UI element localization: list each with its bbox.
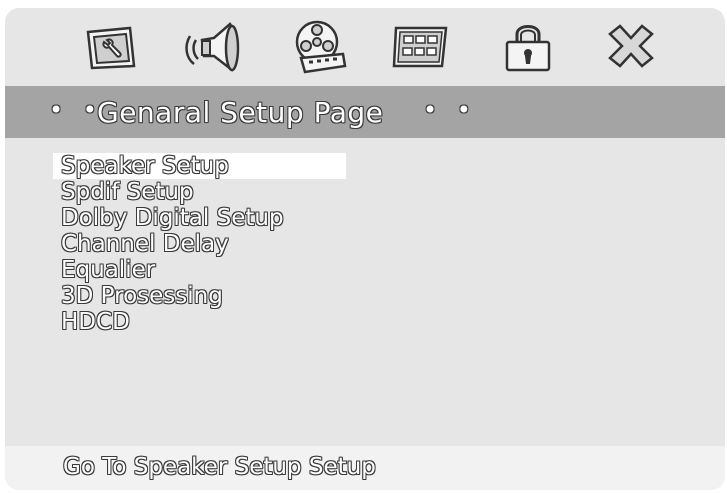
menu-item-channel-delay[interactable]: Channel Delay	[53, 231, 353, 257]
menu-item-equalier[interactable]: Equalier	[53, 257, 353, 283]
menu-item-spdif-setup[interactable]: Spdif Setup	[53, 179, 353, 205]
menu-item-dolby-digital-setup[interactable]: Dolby Digital Setup	[53, 205, 353, 231]
menu-item-hdcd[interactable]: HDCD	[53, 309, 353, 335]
menu-item-3d-prosessing[interactable]: 3D Prosessing	[53, 283, 353, 309]
page-title: Genaral Setup Page	[97, 96, 384, 129]
title-left-dots: • •	[49, 96, 103, 124]
setup-icon-bar	[5, 8, 725, 86]
menu-item-speaker-setup[interactable]: Speaker Setup	[53, 153, 346, 179]
audio-setup-icon[interactable]	[180, 18, 242, 76]
footer-hint: Go To Speaker Setup Setup	[63, 454, 376, 480]
setup-menu: Speaker Setup Spdif Setup Dolby Digital …	[53, 153, 353, 335]
exit-icon[interactable]	[600, 18, 662, 76]
title-right-dots: • •	[423, 96, 477, 124]
page-title-bar: • • Genaral Setup Page • •	[5, 86, 725, 138]
osd-screen: • • Genaral Setup Page • • Speaker Setup…	[5, 8, 725, 490]
status-footer: Go To Speaker Setup Setup	[5, 446, 725, 490]
password-setup-icon[interactable]	[497, 18, 559, 76]
preference-setup-icon[interactable]	[390, 18, 452, 76]
general-setup-icon[interactable]	[80, 18, 142, 76]
video-setup-icon[interactable]	[287, 18, 349, 76]
